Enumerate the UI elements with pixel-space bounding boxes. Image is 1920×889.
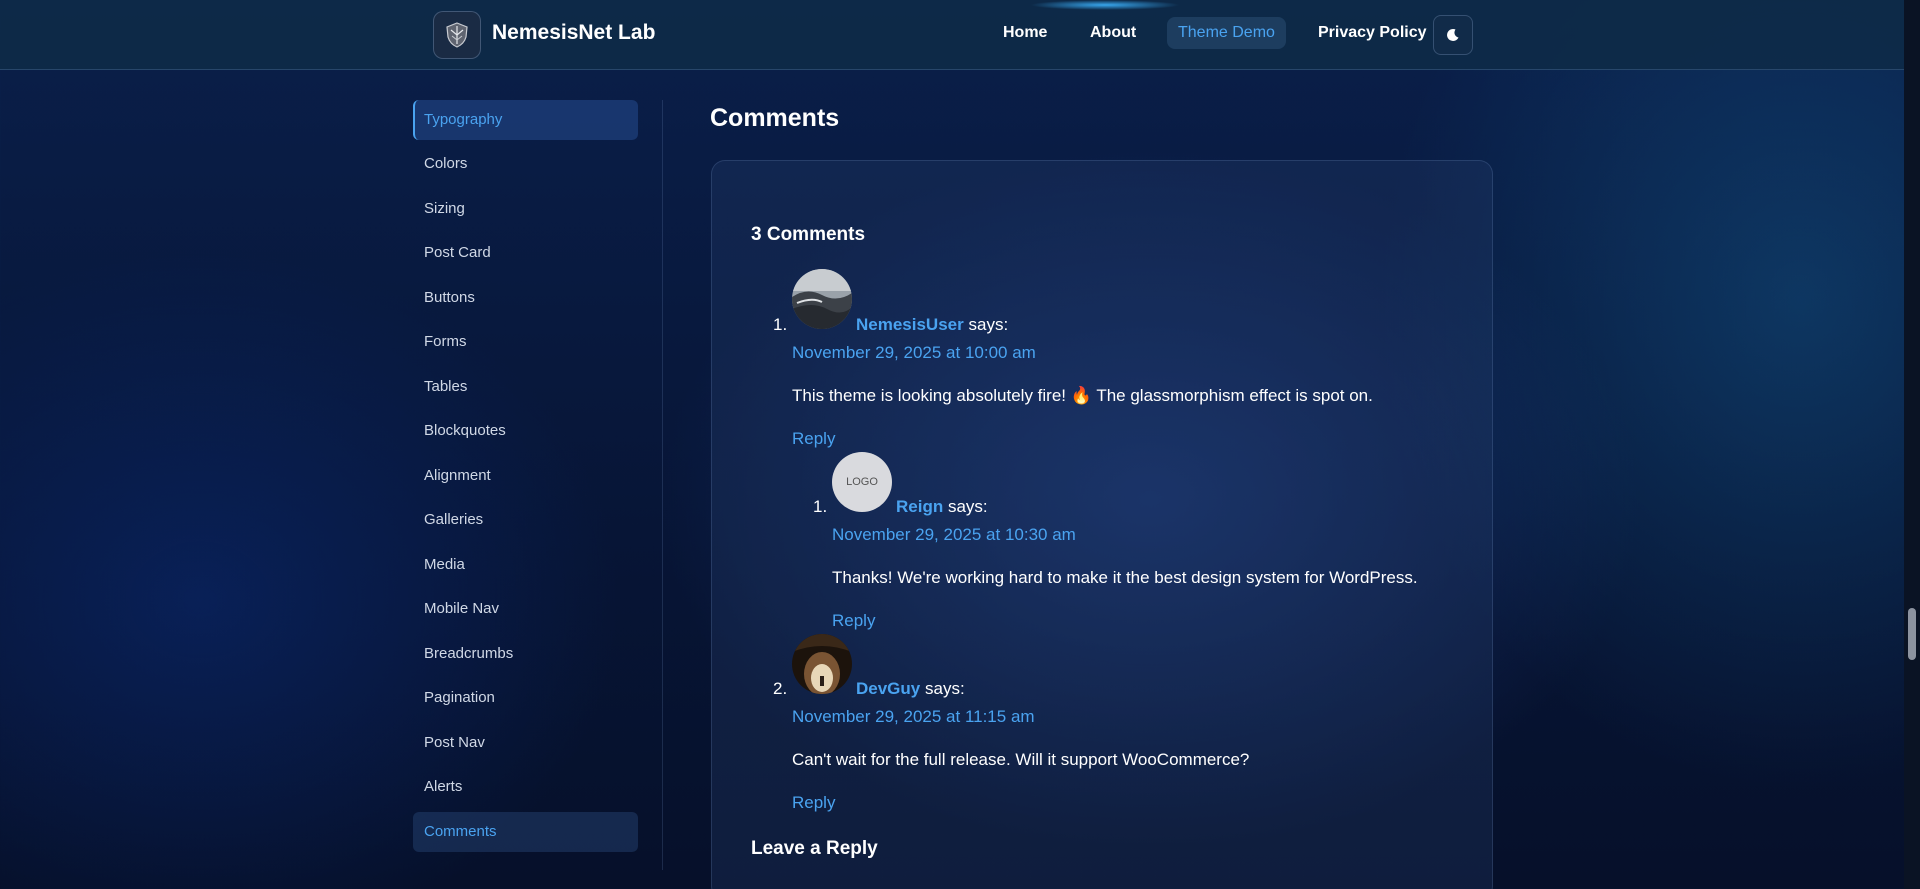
sidebar-item-typography[interactable]: Typography <box>413 100 638 140</box>
comment-author-line: DevGuy says: <box>856 679 965 699</box>
avatar-devguy <box>792 634 852 694</box>
scrollbar-thumb[interactable] <box>1908 608 1916 660</box>
sidebar-item-blockquotes[interactable]: Blockquotes <box>413 411 638 451</box>
site-header: NemesisNet Lab Home About Theme Demo Pri… <box>0 0 1904 70</box>
sidebar-item-post-card[interactable]: Post Card <box>413 233 638 273</box>
site-title[interactable]: NemesisNet Lab <box>492 21 655 45</box>
comment-says: says: <box>947 497 988 516</box>
sidebar-item-galleries[interactable]: Galleries <box>413 500 638 540</box>
sidebar-divider <box>662 100 663 870</box>
avatar-reign: LOGO <box>832 452 892 512</box>
reply-link[interactable]: Reply <box>792 429 835 449</box>
nav-home[interactable]: Home <box>1003 24 1047 42</box>
comment-says: says: <box>924 679 965 698</box>
comment-body: Can't wait for the full release. Will it… <box>792 750 1250 769</box>
nav-about[interactable]: About <box>1090 24 1136 42</box>
sidebar-item-buttons[interactable]: Buttons <box>413 278 638 318</box>
sidebar-item-comments[interactable]: Comments <box>413 812 638 852</box>
sidebar-item-alerts[interactable]: Alerts <box>413 767 638 807</box>
comment-body: This theme is looking absolutely fire! 🔥… <box>792 386 1373 405</box>
comments-count-heading: 3 Comments <box>751 224 866 245</box>
comment-date-link[interactable]: November 29, 2025 at 11:15 am <box>792 707 1035 727</box>
avatar-nemesisuser <box>792 269 852 329</box>
sidebar-item-tables[interactable]: Tables <box>413 367 638 407</box>
sidebar-item-pagination[interactable]: Pagination <box>413 678 638 718</box>
sidebar-item-mobile-nav[interactable]: Mobile Nav <box>413 589 638 629</box>
theme-toggle-button[interactable] <box>1433 15 1473 55</box>
nav-theme-demo[interactable]: Theme Demo <box>1167 17 1286 49</box>
sidebar-item-post-nav[interactable]: Post Nav <box>413 723 638 763</box>
sidebar-item-colors[interactable]: Colors <box>413 144 638 184</box>
sidebar-item-media[interactable]: Media <box>413 545 638 585</box>
comment-date-link[interactable]: November 29, 2025 at 10:00 am <box>792 343 1036 363</box>
comment-author-line: Reign says: <box>896 497 988 517</box>
leave-reply-heading: Leave a Reply <box>751 838 878 859</box>
reply-link[interactable]: Reply <box>832 611 875 631</box>
header-glow <box>1030 0 1180 10</box>
comment-number: 2. <box>773 679 788 698</box>
shield-logo-icon <box>446 22 468 48</box>
reply-link[interactable]: Reply <box>792 793 835 813</box>
comment-number: 1. <box>773 315 788 334</box>
moon-icon <box>1447 28 1459 41</box>
avatar-photo-cave <box>792 634 852 694</box>
comment-author-link[interactable]: DevGuy <box>856 679 920 698</box>
comment-says: says: <box>968 315 1009 334</box>
sidebar-item-forms[interactable]: Forms <box>413 322 638 362</box>
sidebar-item-alignment[interactable]: Alignment <box>413 456 638 496</box>
sidebar-item-breadcrumbs[interactable]: Breadcrumbs <box>413 634 638 674</box>
comment-author-link[interactable]: NemesisUser <box>856 315 964 334</box>
comment-body: Thanks! We're working hard to make it th… <box>832 568 1418 587</box>
comment-date-link[interactable]: November 29, 2025 at 10:30 am <box>832 525 1076 545</box>
comment-author-line: NemesisUser says: <box>856 315 1008 335</box>
comment-number: 1. <box>813 497 828 516</box>
sidebar-item-sizing[interactable]: Sizing <box>413 189 638 229</box>
page-title: Comments <box>710 104 840 132</box>
nav-privacy-policy[interactable]: Privacy Policy <box>1318 24 1427 42</box>
avatar-logo-text: LOGO <box>846 476 878 488</box>
page-scrollbar[interactable] <box>1904 0 1920 889</box>
avatar-photo-ocean <box>792 269 852 329</box>
site-logo[interactable] <box>433 11 481 59</box>
comment-author-link[interactable]: Reign <box>896 497 943 516</box>
